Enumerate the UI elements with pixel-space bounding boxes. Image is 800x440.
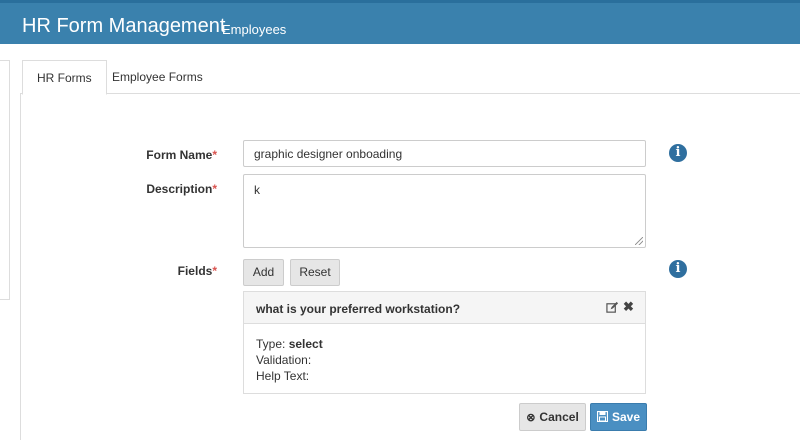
field-help-text-row: Help Text: xyxy=(256,369,310,383)
required-mark: * xyxy=(212,264,217,278)
cancel-button[interactable]: ⊗ Cancel xyxy=(519,403,586,431)
field-card-header: what is your preferred workstation? ✖ xyxy=(244,292,645,324)
description-textarea[interactable]: k xyxy=(243,174,646,248)
field-type-value: select xyxy=(288,337,323,351)
field-validation-row: Validation: xyxy=(256,353,312,367)
resize-grip-icon[interactable] xyxy=(635,237,643,245)
tab-hr-forms[interactable]: HR Forms xyxy=(22,60,107,95)
form-name-input[interactable]: graphic designer onboading xyxy=(243,140,646,167)
field-card-body: Type: select Validation: Help Text: xyxy=(244,324,645,396)
fields-label: Fields* xyxy=(177,264,217,278)
tab-bar: HR Forms Employee Forms xyxy=(20,60,800,95)
description-label: Description* xyxy=(146,182,217,196)
cancel-circle-icon: ⊗ xyxy=(526,412,536,424)
required-mark: * xyxy=(212,148,217,162)
app-subtitle: Employees xyxy=(222,22,287,37)
info-circle-icon[interactable]: i xyxy=(669,260,687,278)
field-card-title: what is your preferred workstation? xyxy=(256,302,461,316)
info-circle-icon[interactable]: i xyxy=(669,144,687,162)
field-card: what is your preferred workstation? ✖ Ty… xyxy=(243,291,646,394)
app-title: HR Form Management xyxy=(22,15,226,37)
required-mark: * xyxy=(212,182,217,196)
floppy-disk-icon xyxy=(596,411,608,422)
tab-employee-forms[interactable]: Employee Forms xyxy=(98,60,217,94)
close-icon[interactable]: ✖ xyxy=(623,299,634,315)
add-field-button[interactable]: Add xyxy=(243,259,284,286)
field-type-row: Type: select xyxy=(256,337,323,351)
edit-icon[interactable] xyxy=(606,301,619,314)
left-panel-edge xyxy=(0,60,10,300)
save-button[interactable]: Save xyxy=(590,403,647,431)
reset-fields-button[interactable]: Reset xyxy=(290,259,340,286)
description-text: k xyxy=(254,183,260,197)
form-name-label: Form Name* xyxy=(146,148,217,162)
app-header: HR Form Management Employees xyxy=(0,0,800,44)
